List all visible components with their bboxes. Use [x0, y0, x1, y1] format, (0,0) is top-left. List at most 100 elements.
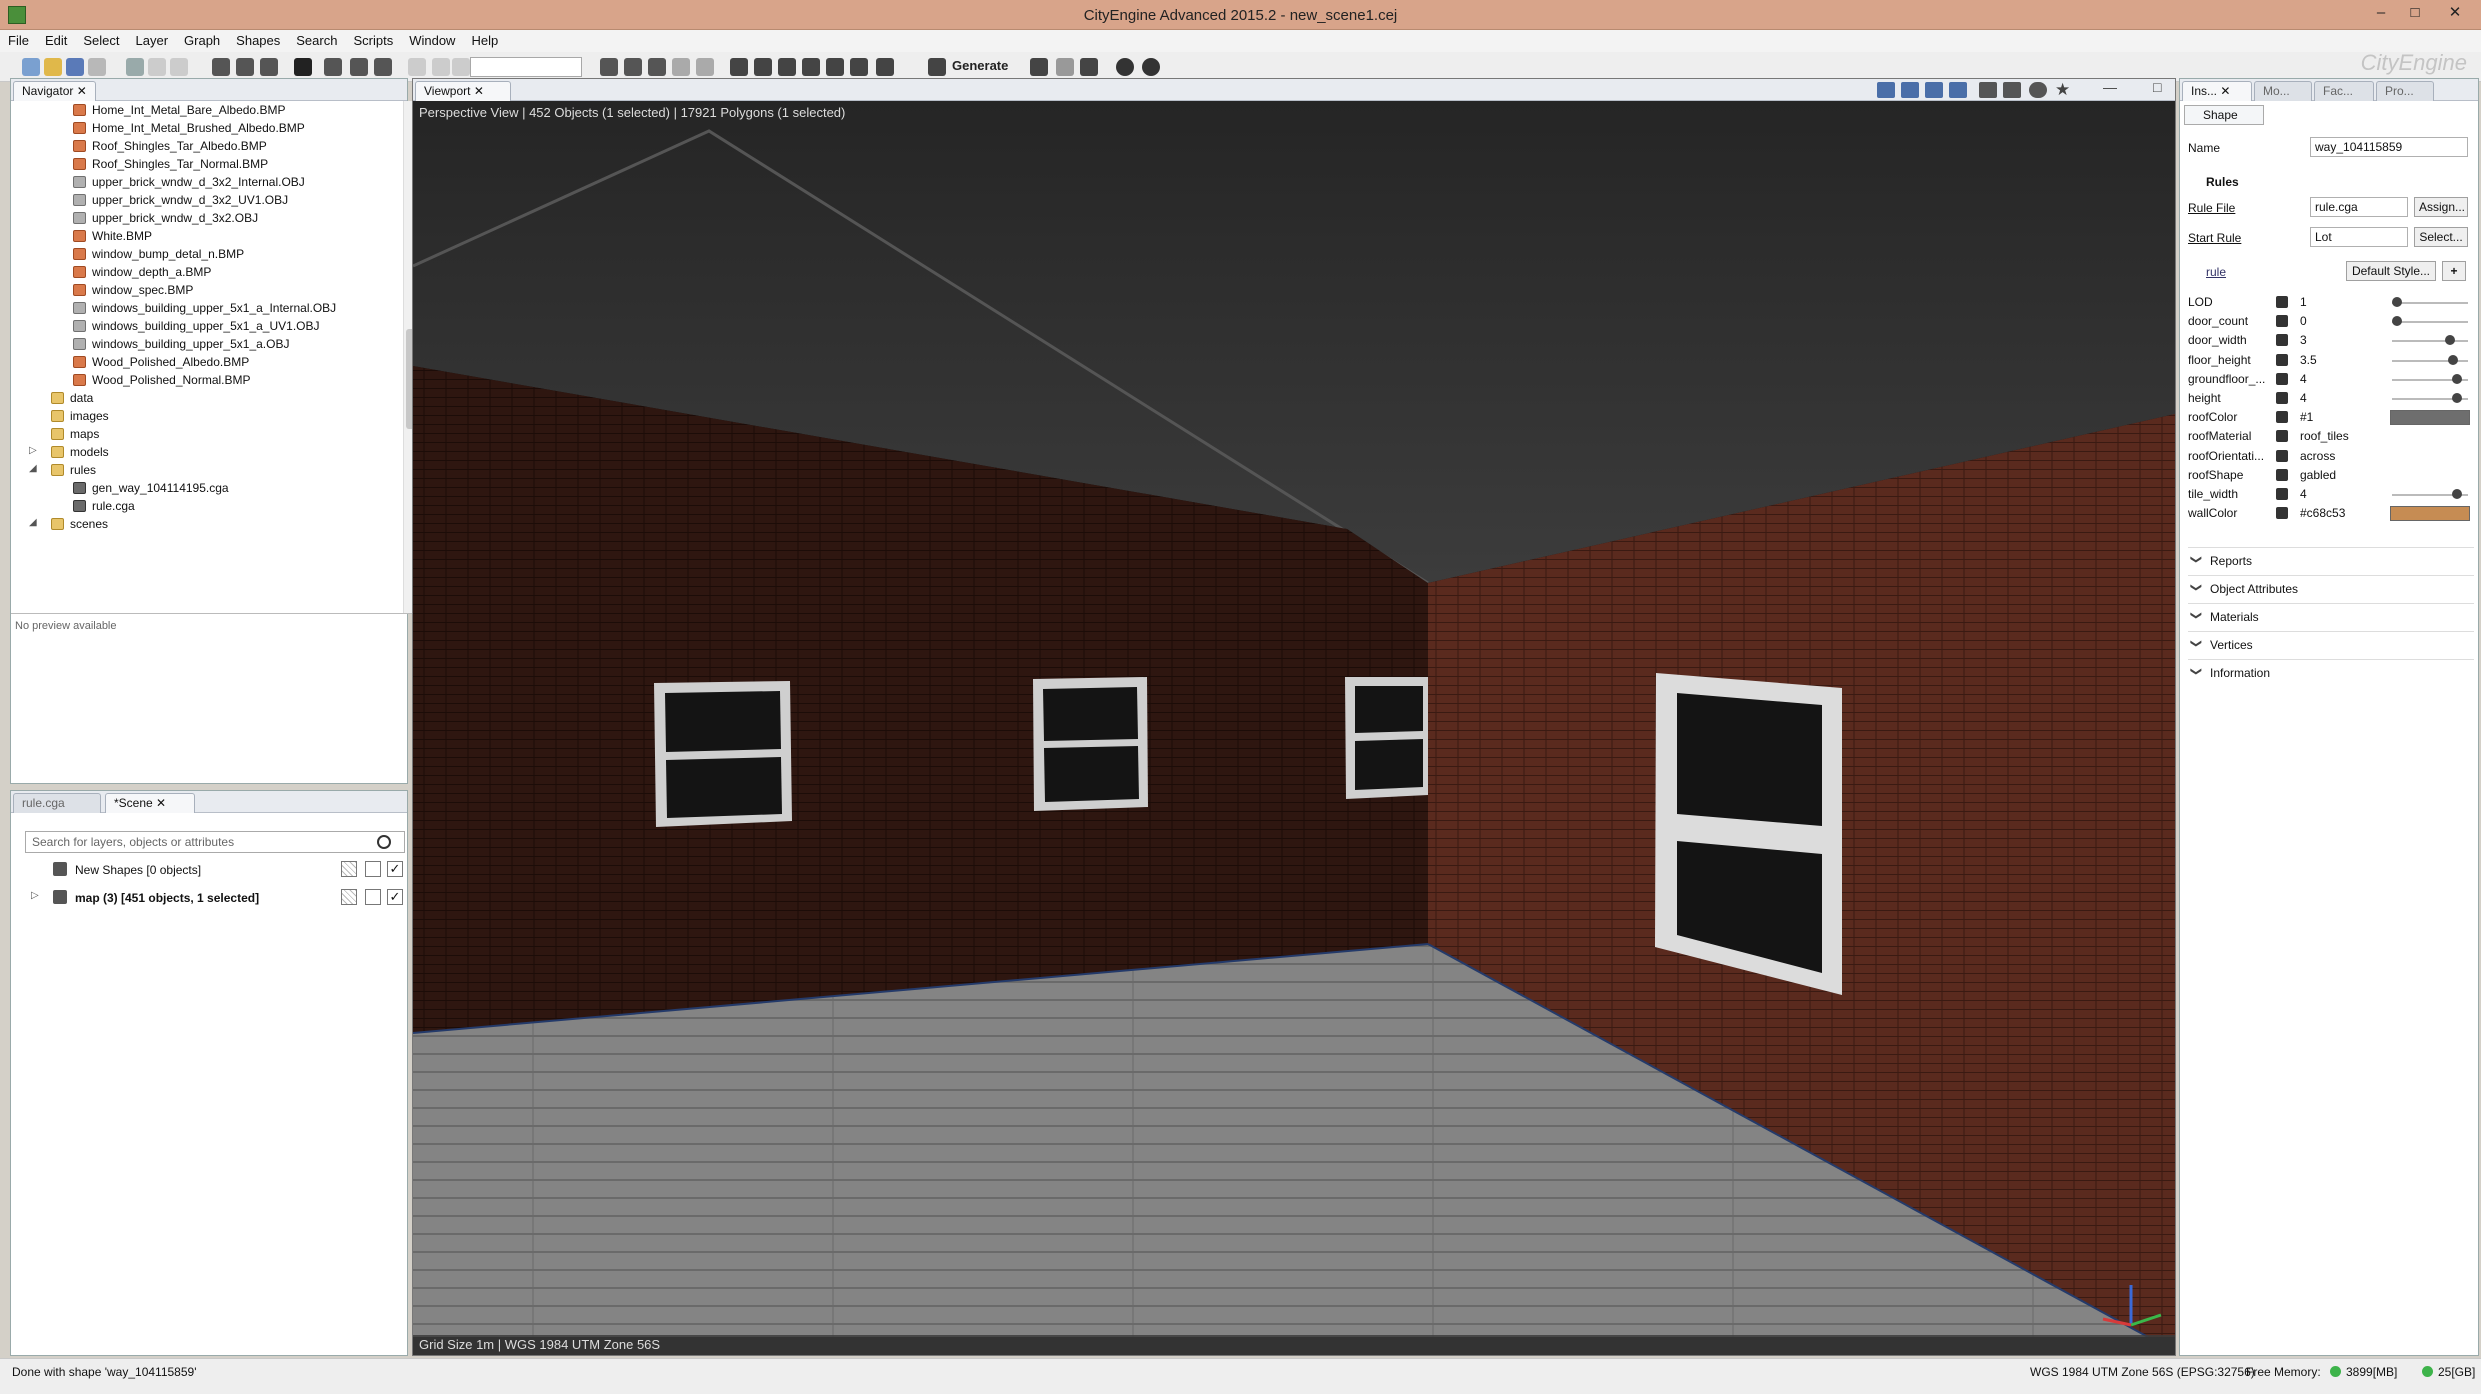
attribute-value[interactable]: 4: [2300, 487, 2307, 501]
layer-visible-checkbox[interactable]: ✓: [387, 889, 403, 905]
bookmark-icon[interactable]: [1979, 82, 1997, 98]
shape-tool-icon[interactable]: [672, 58, 690, 76]
nav-tree-item[interactable]: Home_Int_Metal_Bare_Albedo.BMP: [73, 103, 285, 121]
layer-visible-checkbox[interactable]: ✓: [387, 861, 403, 877]
attribute-source-icon[interactable]: [2276, 430, 2288, 443]
track-icon[interactable]: [374, 58, 392, 76]
name-field[interactable]: way_104115859: [2310, 137, 2468, 157]
tab-inspector[interactable]: Ins... ✕: [2182, 81, 2252, 101]
clean-models-icon[interactable]: [1056, 58, 1074, 76]
slider-knob[interactable]: [2448, 354, 2458, 365]
tab-problems[interactable]: Pro...: [2376, 81, 2434, 101]
rule-file-field[interactable]: rule.cga: [2310, 197, 2408, 217]
nav-tree-item[interactable]: Wood_Polished_Normal.BMP: [73, 373, 251, 391]
start-rule-link[interactable]: Start Rule: [2188, 231, 2241, 245]
analysis-icon[interactable]: [802, 58, 820, 76]
rotate-icon[interactable]: [236, 58, 254, 76]
model-icon[interactable]: [850, 58, 868, 76]
select-rule-button[interactable]: Select...: [2414, 227, 2468, 247]
layer-lock-checkbox[interactable]: [341, 889, 357, 905]
maximize-button[interactable]: □: [2400, 2, 2430, 26]
close-button[interactable]: ✕: [2440, 2, 2470, 26]
attribute-source-icon[interactable]: [2276, 449, 2288, 462]
cut-icon[interactable]: [126, 58, 144, 76]
viewport-minimize-icon[interactable]: —: [2103, 79, 2117, 95]
attribute-source-icon[interactable]: [2276, 315, 2288, 328]
nav-tree-item[interactable]: Wood_Polished_Albedo.BMP: [73, 355, 249, 373]
attribute-value[interactable]: 4: [2300, 372, 2307, 386]
nav-tree-item[interactable]: Home_Int_Metal_Brushed_Albedo.BMP: [73, 121, 305, 139]
save-icon[interactable]: [66, 58, 84, 76]
menu-help[interactable]: Help: [463, 30, 506, 52]
menu-edit[interactable]: Edit: [37, 30, 75, 52]
attribute-source-icon[interactable]: [2276, 372, 2288, 385]
layer-lock-checkbox[interactable]: [341, 861, 357, 877]
menu-graph[interactable]: Graph: [176, 30, 228, 52]
add-style-button[interactable]: +: [2442, 261, 2466, 281]
slider-knob[interactable]: [2444, 335, 2455, 346]
minimize-button[interactable]: –: [2366, 2, 2396, 26]
start-rule-field[interactable]: Lot: [2310, 227, 2408, 247]
toolbar-search-input[interactable]: [470, 57, 582, 77]
cleanup-icon[interactable]: [730, 58, 748, 76]
attribute-slider[interactable]: [2392, 340, 2468, 343]
attribute-source-icon[interactable]: [2276, 411, 2288, 424]
graph-icon[interactable]: [876, 58, 894, 76]
curve-tool-icon[interactable]: [624, 58, 642, 76]
layer-selectable-checkbox[interactable]: [365, 861, 381, 877]
tab-rule-cga[interactable]: rule.cga: [13, 793, 101, 813]
tab-scene[interactable]: *Scene ✕: [105, 793, 195, 813]
frame-icon[interactable]: [350, 58, 368, 76]
search-icon[interactable]: [377, 835, 391, 849]
nav-tree-item[interactable]: upper_brick_wndw_d_3x2.OBJ: [73, 211, 258, 229]
scale-icon[interactable]: [260, 58, 278, 76]
nav-tree-item[interactable]: ◢ rules: [29, 463, 96, 481]
layer-lock-icon[interactable]: [432, 58, 450, 76]
attribute-source-icon[interactable]: [2276, 334, 2288, 347]
paste-icon[interactable]: [170, 58, 188, 76]
attribute-source-icon[interactable]: [2276, 468, 2288, 481]
generate-icon[interactable]: [928, 58, 946, 76]
section-vertices[interactable]: Vertices: [2188, 631, 2474, 657]
rules-header[interactable]: Rules: [2188, 175, 2239, 189]
tab-model-hierarchy[interactable]: Mo...: [2254, 81, 2312, 101]
cloud-icon[interactable]: [1142, 58, 1160, 76]
attribute-value[interactable]: 4: [2300, 391, 2307, 405]
attribute-value[interactable]: roof_tiles: [2300, 429, 2349, 443]
3d-scene[interactable]: [413, 101, 2175, 1337]
align-icon[interactable]: [778, 58, 796, 76]
rule-section-link[interactable]: rule: [2188, 265, 2226, 279]
open-icon[interactable]: [44, 58, 62, 76]
nav-tree-item[interactable]: White.BMP: [73, 229, 152, 247]
attribute-value[interactable]: 3: [2300, 333, 2307, 347]
section-object-attributes[interactable]: Object Attributes: [2188, 575, 2474, 601]
tab-viewport[interactable]: Viewport ✕: [415, 81, 511, 101]
nav-tree-item[interactable]: window_depth_a.BMP: [73, 265, 211, 283]
nav-tree-item[interactable]: gen_way_104114195.cga: [73, 481, 229, 499]
nav-tree-item[interactable]: upper_brick_wndw_d_3x2_Internal.OBJ: [73, 175, 305, 193]
attribute-value[interactable]: across: [2300, 449, 2335, 463]
nav-tree-item[interactable]: windows_building_upper_5x1_a_UV1.OBJ: [73, 319, 319, 337]
layer-row[interactable]: ▷ map (3) [451 objects, 1 selected] ✓: [31, 887, 411, 909]
section-information[interactable]: Information: [2188, 659, 2474, 685]
color-swatch[interactable]: [2390, 410, 2470, 426]
layer-selectable-checkbox[interactable]: [365, 889, 381, 905]
menu-file[interactable]: File: [0, 30, 37, 52]
nav-tree-item[interactable]: ◢ scenes: [29, 517, 108, 535]
nav-tree-item[interactable]: window_bump_detal_n.BMP: [73, 247, 244, 265]
camera-icon[interactable]: [2003, 82, 2021, 98]
attribute-source-icon[interactable]: [2276, 392, 2288, 404]
menu-window[interactable]: Window: [401, 30, 463, 52]
slider-knob[interactable]: [2451, 393, 2462, 403]
rectangle-tool-icon[interactable]: [696, 58, 714, 76]
nav-tree-item[interactable]: windows_building_upper_5x1_a.OBJ: [73, 337, 289, 355]
nav-tree-item[interactable]: images: [51, 409, 109, 427]
menu-search[interactable]: Search: [288, 30, 345, 52]
grow-streets-icon[interactable]: [648, 58, 666, 76]
expand-caret-icon[interactable]: ◢: [29, 463, 39, 474]
light-icon[interactable]: [1116, 58, 1134, 76]
nav-tree-item[interactable]: windows_building_upper_5x1_a_Internal.OB…: [73, 301, 336, 319]
street-tool-icon[interactable]: [600, 58, 618, 76]
viewport-panel[interactable]: Viewport ✕ ★ — □ Perspective View | 452 …: [412, 78, 2176, 1356]
subdivide-icon[interactable]: [754, 58, 772, 76]
